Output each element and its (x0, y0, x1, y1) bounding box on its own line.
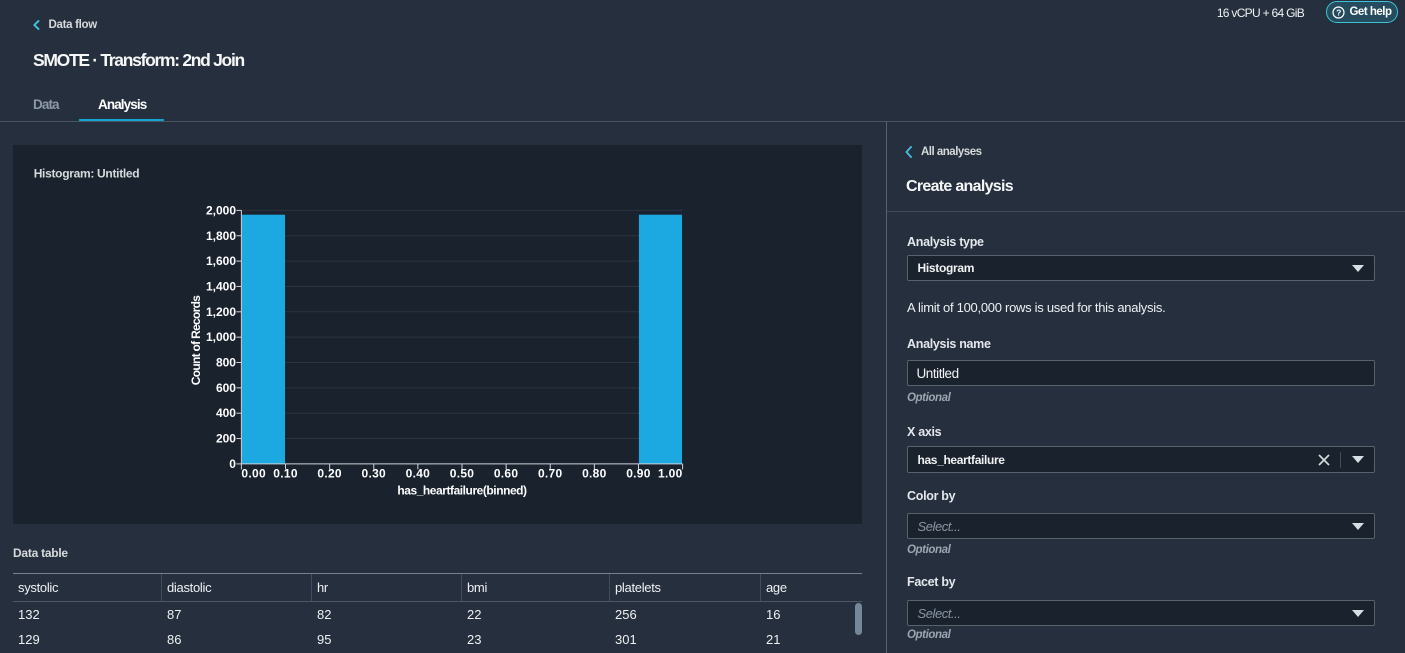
svg-text:1,600: 1,600 (206, 254, 236, 268)
svg-text:has_heartfailure(binned): has_heartfailure(binned) (397, 484, 527, 498)
svg-text:600: 600 (216, 381, 236, 395)
svg-text:0.40: 0.40 (406, 467, 431, 481)
svg-text:1,800: 1,800 (206, 229, 236, 243)
svg-text:1.00: 1.00 (658, 467, 683, 481)
svg-text:0.30: 0.30 (361, 467, 386, 481)
svg-text:0.60: 0.60 (494, 467, 519, 481)
svg-text:200: 200 (216, 432, 236, 446)
svg-text:400: 400 (216, 406, 236, 420)
svg-text:0.20: 0.20 (317, 467, 342, 481)
svg-text:0.70: 0.70 (538, 467, 563, 481)
svg-text:?: ? (1337, 7, 1342, 17)
svg-text:0.10: 0.10 (273, 467, 298, 481)
svg-text:1,000: 1,000 (206, 330, 236, 344)
svg-text:0.80: 0.80 (582, 467, 607, 481)
svg-text:0: 0 (229, 457, 236, 471)
svg-text:1,400: 1,400 (206, 279, 236, 293)
svg-text:Histogram: Untitled: Histogram: Untitled (34, 167, 140, 181)
svg-text:0.90: 0.90 (626, 467, 651, 481)
svg-text:800: 800 (216, 356, 236, 370)
svg-text:0.50: 0.50 (450, 467, 475, 481)
svg-text:1,200: 1,200 (206, 305, 236, 319)
svg-text:0.00: 0.00 (241, 467, 266, 481)
svg-text:2,000: 2,000 (206, 203, 236, 217)
svg-text:Count of Records: Count of Records (189, 295, 203, 385)
